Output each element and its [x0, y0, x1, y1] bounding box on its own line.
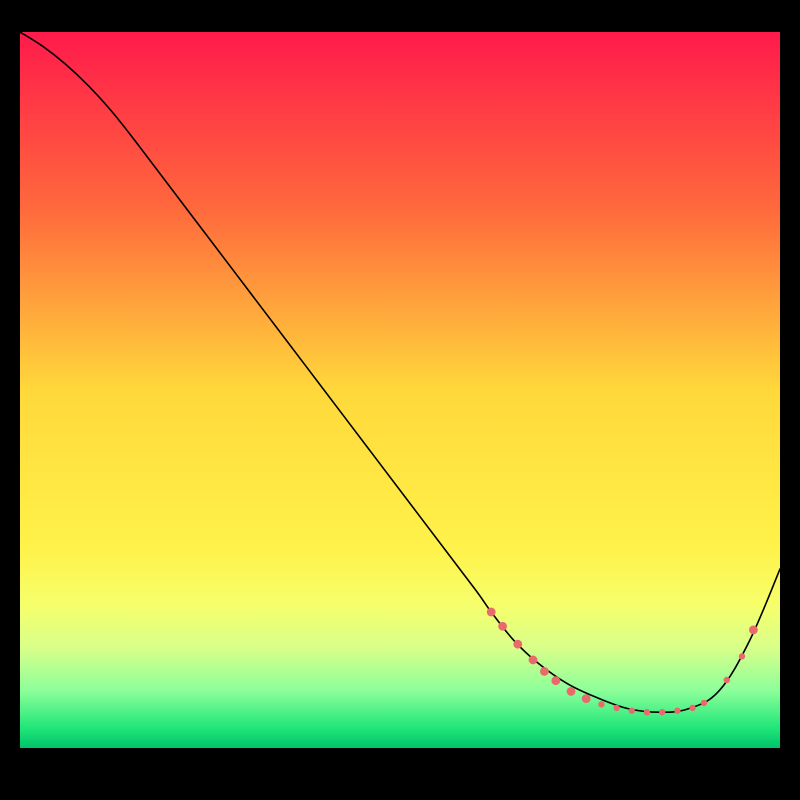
- marker-dot: [598, 701, 604, 707]
- plot-frame: [20, 10, 780, 770]
- marker-dot: [689, 705, 695, 711]
- marker-dot: [513, 640, 522, 649]
- marker-dot: [567, 687, 576, 696]
- chart-svg: [20, 10, 780, 770]
- marker-dot: [582, 694, 591, 703]
- marker-dot: [487, 608, 496, 617]
- marker-dot: [644, 709, 650, 715]
- marker-dot: [659, 709, 665, 715]
- marker-dot: [613, 705, 619, 711]
- marker-dot: [540, 667, 549, 676]
- marker-dot: [674, 708, 680, 714]
- marker-dot: [724, 677, 730, 683]
- marker-dot: [529, 656, 538, 665]
- marker-dot: [498, 622, 507, 631]
- marker-dot: [749, 625, 758, 634]
- marker-dot: [739, 653, 745, 659]
- chart-stage: TheBottleneck.com: [0, 0, 800, 800]
- marker-dot: [701, 700, 707, 706]
- marker-dot: [629, 708, 635, 714]
- marker-dot: [551, 676, 560, 685]
